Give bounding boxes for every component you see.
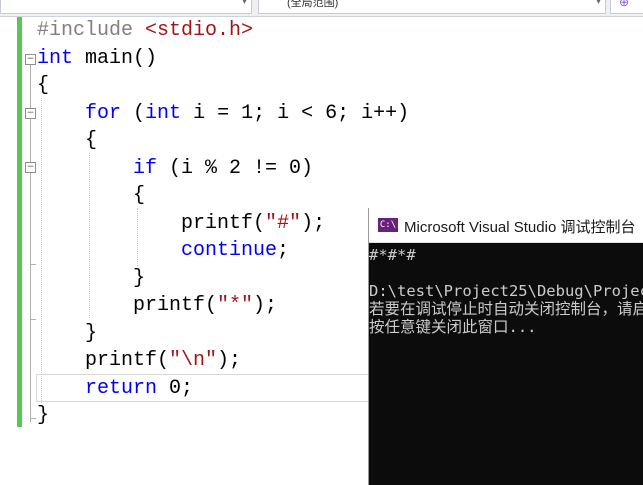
code-line[interactable]: } [37,267,145,290]
scope-dropdown[interactable]: (全局范围) ▾ [258,0,606,14]
outline-end-tick [30,418,36,419]
collapse-if-icon[interactable]: − [25,162,36,173]
class-cube-icon: ⊕ [619,0,630,9]
console-line: #*#*# [369,246,416,264]
code-line[interactable]: { [37,74,49,97]
outline-end-tick [30,264,36,265]
code-line[interactable]: printf("\n"); [37,349,241,372]
console-output: #*#*# D:\test\Project25\Debug\Project25.… [369,246,643,336]
code-line[interactable]: #include <stdio.h> [37,19,253,42]
code-line[interactable]: } [37,404,49,427]
console-line: 按任意键关闭此窗口... [369,318,537,336]
code-line[interactable]: } [37,322,97,345]
code-editor[interactable]: #include <stdio.h> int main() { for (int… [37,17,409,430]
collapse-main-icon[interactable]: − [25,54,36,65]
code-line[interactable]: return 0; [37,377,193,400]
console-title-bar[interactable]: C:\ Microsoft Visual Studio 调试控制台 [369,208,643,243]
navigation-bar: ▾ (全局范围) ▾ ⊕ [0,0,643,17]
code-line[interactable]: printf("*"); [37,294,277,317]
project-dropdown[interactable]: ▾ [0,0,252,14]
member-dropdown[interactable]: ⊕ [610,0,643,14]
change-tracking-bar [17,17,22,427]
console-title: Microsoft Visual Studio 调试控制台 [404,219,636,236]
chevron-down-icon: ▾ [241,0,247,7]
outline-end-tick [30,319,36,320]
collapse-for-icon[interactable]: − [25,108,36,119]
code-line[interactable]: if (i % 2 != 0) [37,157,313,180]
console-app-icon: C:\ [378,218,398,232]
chevron-down-icon: ▾ [595,0,601,7]
code-line[interactable]: { [37,184,145,207]
console-line: D:\test\Project25\Debug\Project25.exe [369,282,643,300]
code-line[interactable]: continue; [37,239,289,262]
console-line: 若要在调试停止时自动关闭控制台，请启用 [369,300,643,318]
code-line[interactable]: int main() [37,47,157,70]
scope-dropdown-value: (全局范围) [287,0,339,9]
code-line[interactable]: printf("#"); [37,212,325,235]
code-line[interactable]: { [37,129,97,152]
code-line[interactable]: for (int i = 1; i < 6; i++) [37,102,409,125]
debug-console-window[interactable]: C:\ Microsoft Visual Studio 调试控制台 #*#*# … [368,208,643,485]
